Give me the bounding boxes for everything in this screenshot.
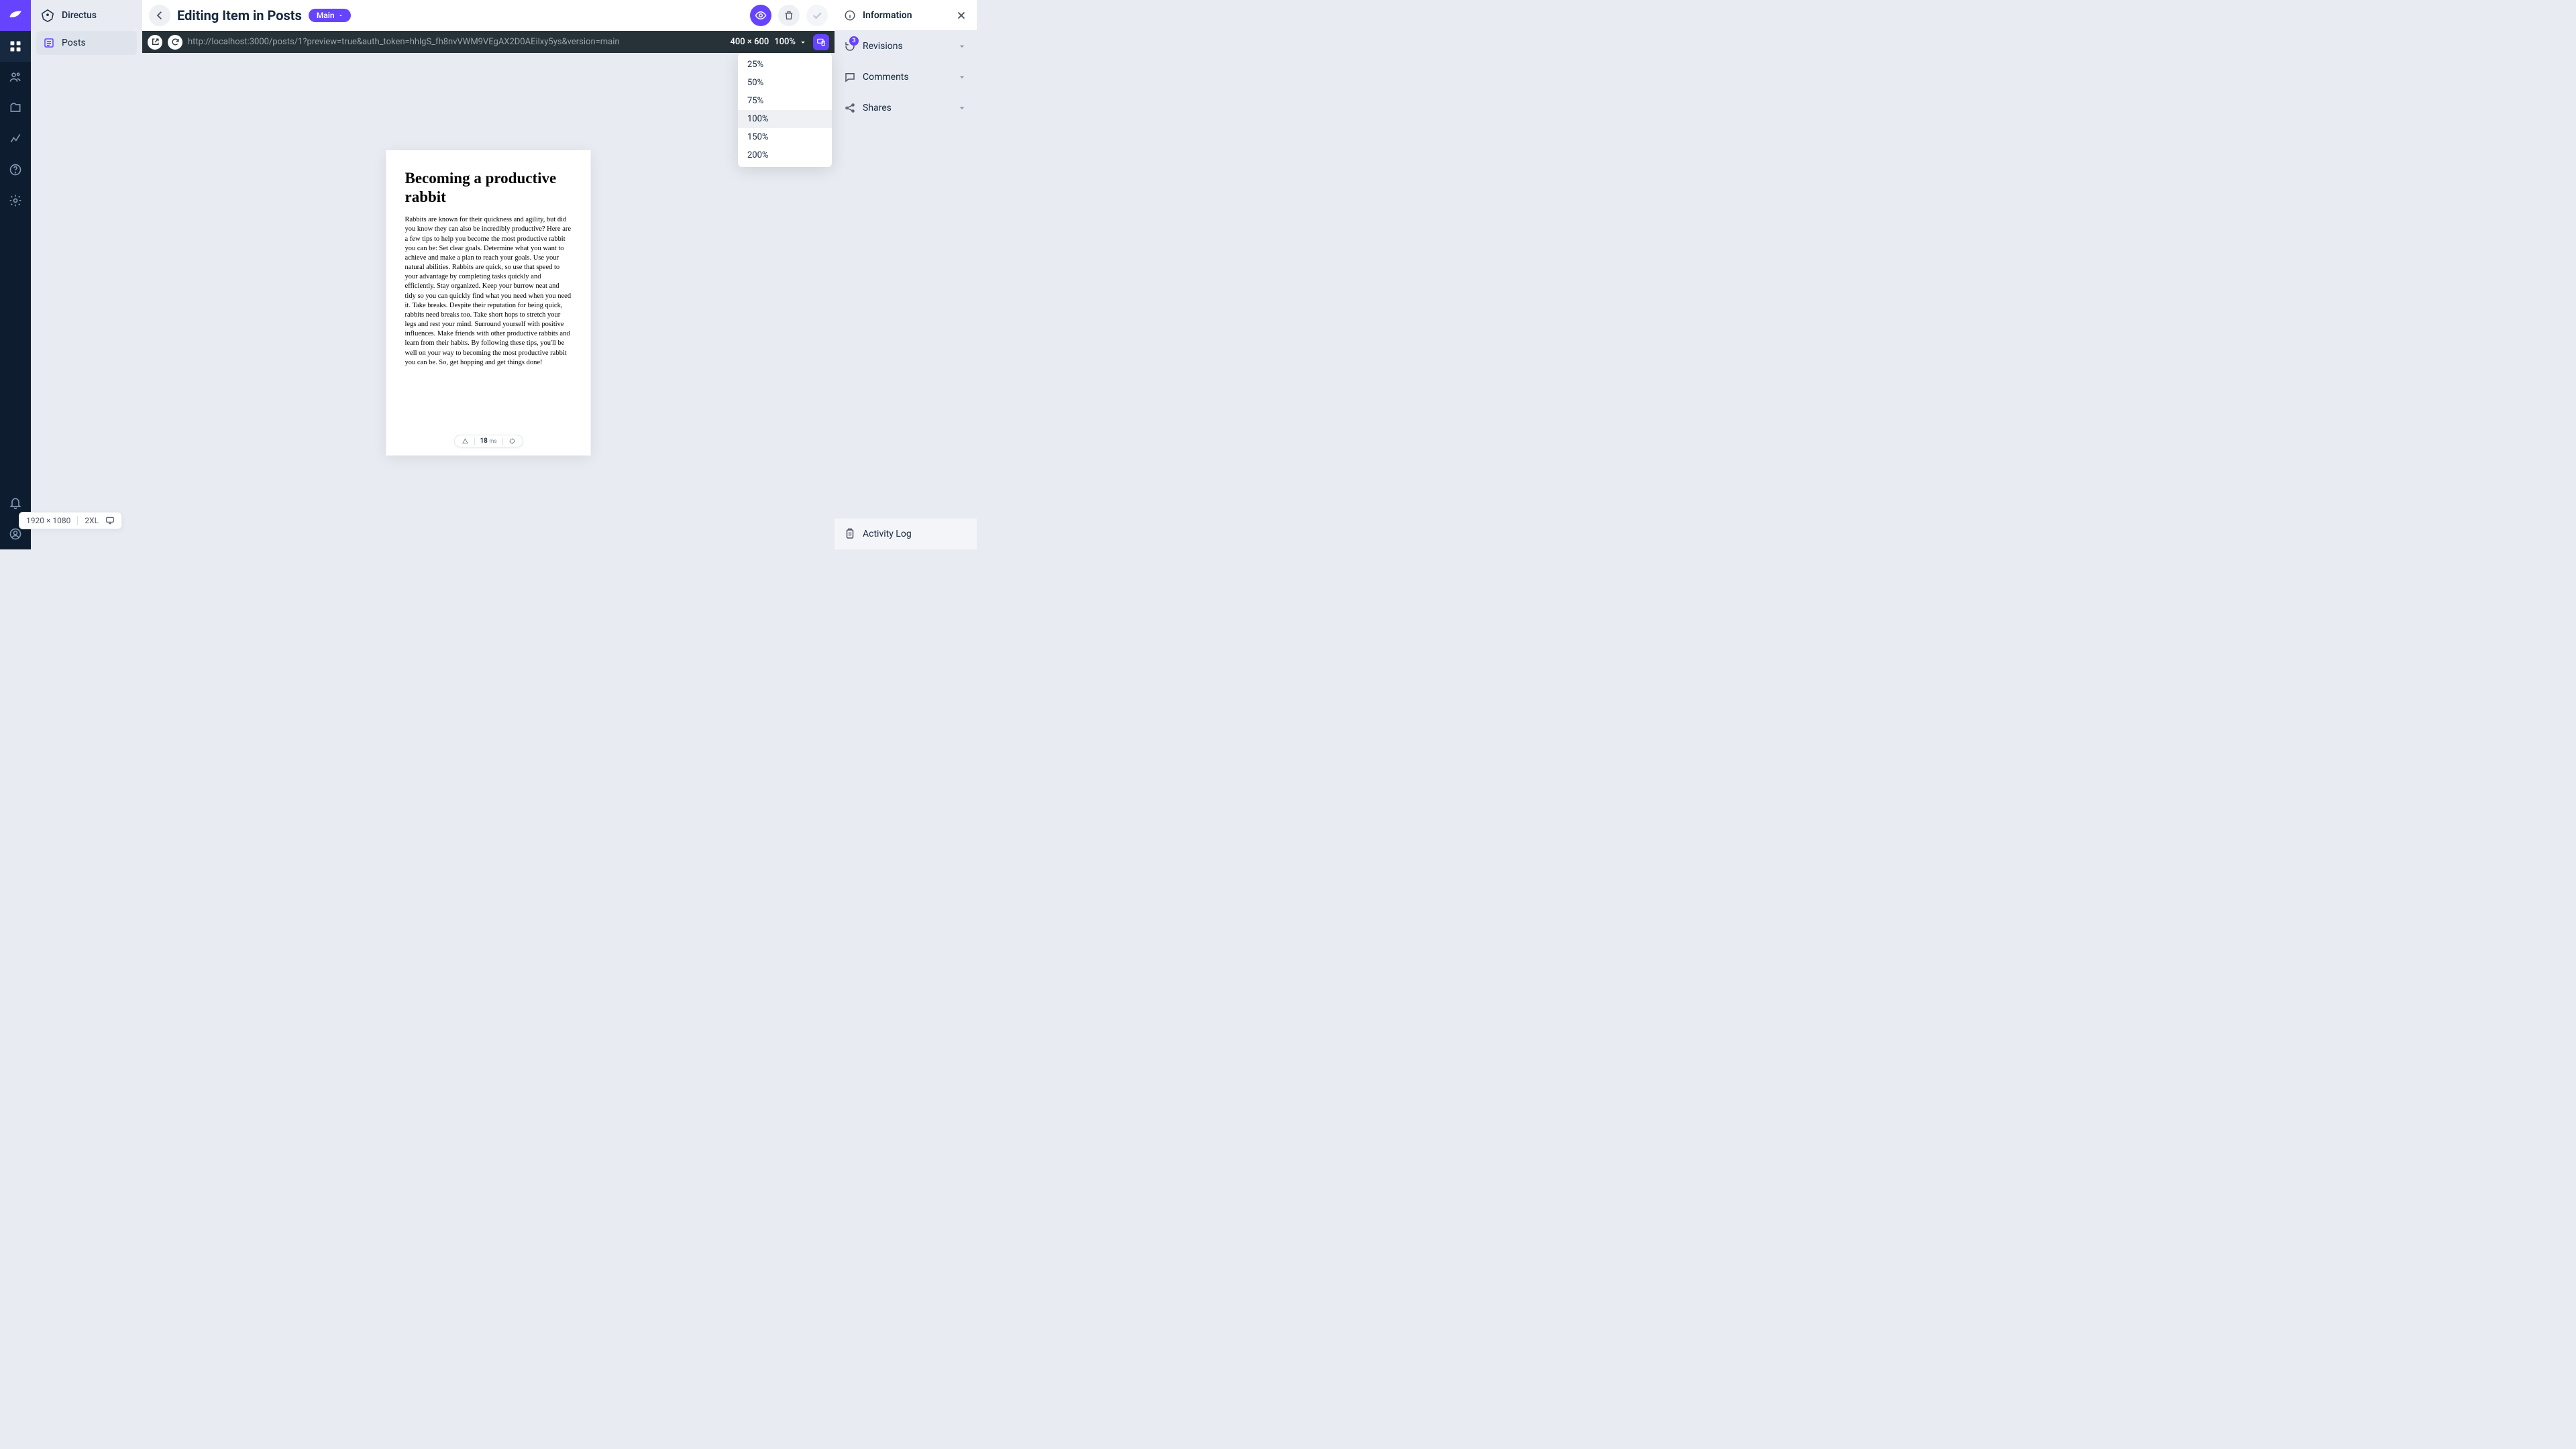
activity-log-label: Activity Log [863,529,912,539]
zoom-option-100[interactable]: 100% [738,110,832,128]
device-toggle-button[interactable] [813,34,829,50]
right-sidebar: Information 3 Revisions Comments Shares … [835,0,977,549]
sidebar-item-label: Posts [62,38,86,48]
share-icon [844,102,856,114]
preview-toggle-button[interactable] [750,5,771,26]
rail-settings-icon[interactable] [0,185,31,216]
save-button[interactable] [806,5,828,26]
load-time: 18 ms [480,437,496,445]
zoom-option-75[interactable]: 75% [738,92,832,110]
chevron-down-icon [957,72,967,83]
nuxt-devtools-badge[interactable]: 18 ms [453,435,523,447]
directus-logo[interactable] [0,0,31,31]
preview-url: http://localhost:3000/posts/1?preview=tr… [188,37,725,47]
rail-files-icon[interactable] [0,93,31,123]
section-label: Comments [863,72,909,83]
version-chip[interactable]: Main [309,9,351,22]
comments-icon [844,71,856,83]
close-icon[interactable] [955,9,967,21]
brand-name: Directus [62,10,97,21]
open-external-button[interactable] [148,35,162,50]
zoom-option-50[interactable]: 50% [738,74,832,92]
preview-dimensions: 400 × 600 [731,37,769,47]
zoom-option-25[interactable]: 25% [738,56,832,74]
rail-users-icon[interactable] [0,62,31,93]
info-icon [844,9,856,21]
zoom-value: 100% [774,37,796,47]
page-header: Editing Item in Posts Main [142,0,835,31]
nuxt-icon [461,437,468,445]
viewport-indicator[interactable]: 1920 × 1080 2XL [19,512,122,529]
viewport-size: 1920 × 1080 [26,516,70,525]
zoom-option-200[interactable]: 200% [738,146,832,164]
monitor-icon [105,516,115,525]
rail-insights-icon[interactable] [0,123,31,154]
revisions-badge: 3 [849,36,859,46]
activity-log-button[interactable]: Activity Log [835,519,977,549]
back-button[interactable] [149,5,170,26]
viewport-breakpoint: 2XL [85,516,99,525]
brand-header[interactable]: Directus [31,0,142,31]
section-comments[interactable]: Comments [835,62,977,93]
preview-toolbar: http://localhost:3000/posts/1?preview=tr… [142,31,835,53]
target-icon [508,437,516,445]
preview-iframe[interactable]: Becoming a productive rabbit Rabbits are… [386,150,591,455]
zoom-option-150[interactable]: 150% [738,128,832,146]
info-header: Information [835,0,977,31]
section-label: Revisions [863,41,903,52]
module-rail [0,0,31,549]
chevron-down-icon [957,103,967,113]
zoom-dropdown-trigger[interactable]: 100% [774,37,808,47]
sidebar-item-posts[interactable]: Posts [36,31,137,55]
info-title: Information [863,10,949,21]
chevron-down-icon [957,41,967,52]
version-chip-label: Main [317,11,335,20]
rail-content-icon[interactable] [0,31,31,62]
delete-button[interactable] [778,5,800,26]
rail-help-icon[interactable] [0,154,31,185]
refresh-button[interactable] [168,35,182,50]
section-shares[interactable]: Shares [835,93,977,123]
post-title: Becoming a productive rabbit [405,169,572,206]
page-title: Editing Item in Posts [177,7,302,23]
clipboard-icon [844,528,856,540]
section-label: Shares [863,103,892,113]
section-revisions[interactable]: 3 Revisions [835,31,977,62]
preview-canvas: Becoming a productive rabbit Rabbits are… [142,53,835,549]
post-body: Rabbits are known for their quickness an… [405,215,572,368]
chevron-down-icon [798,38,808,47]
zoom-dropdown-menu: 25% 50% 75% 100% 150% 200% [738,53,832,167]
collection-sidebar: Directus Posts [31,0,142,549]
